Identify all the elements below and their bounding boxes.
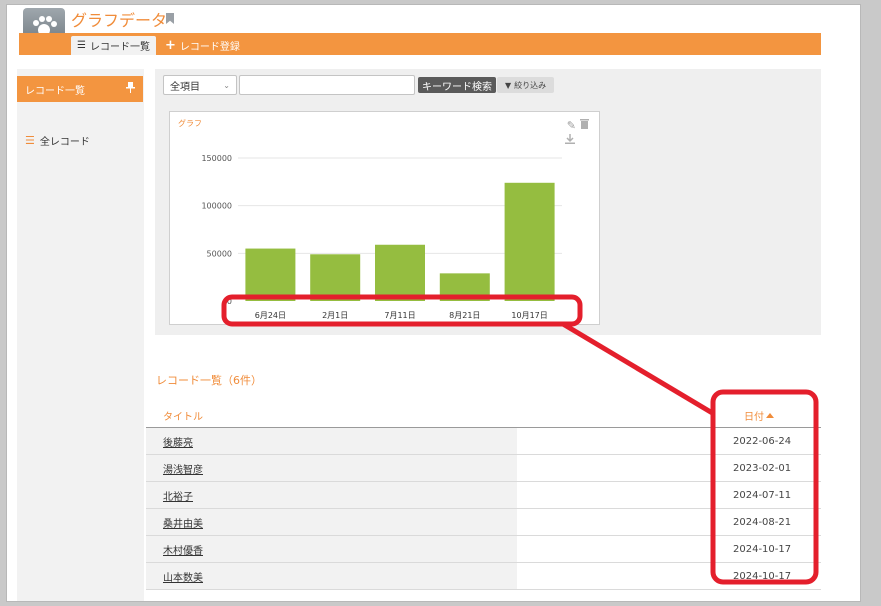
keyword-input[interactable]	[239, 75, 415, 95]
record-date: 2024-08-21	[733, 516, 792, 528]
record-date: 2023-02-01	[733, 462, 792, 474]
sort-ascending-icon	[766, 412, 774, 418]
tab-record-list-label: レコード一覧	[89, 42, 150, 53]
x-tick-label: 10月17日	[511, 311, 547, 320]
table-row[interactable]: 後藤亮 2022-06-24	[146, 428, 821, 455]
column-date-header[interactable]: 日付	[744, 408, 774, 423]
filter-icon: ▼	[505, 80, 512, 90]
sidebar-header-label: レコード一覧	[25, 85, 85, 97]
record-date: 2022-06-24	[733, 435, 792, 447]
x-tick-label: 7月11日	[384, 311, 415, 320]
bar-chart: 0 50000 100000 150000 6月24日 2月1日 7月11日 8月21日 10月…	[201, 154, 562, 320]
column-date-label: 日付	[744, 411, 764, 423]
record-list-title: レコード一覧（6件）	[156, 374, 262, 387]
sidebar: レコード一覧 ☰ 全レコード	[17, 69, 144, 601]
chart-bar[interactable]	[310, 254, 361, 301]
field-select-value: 全項目	[170, 81, 200, 93]
narrow-down-label: 絞り込み	[514, 80, 547, 90]
record-date: 2024-07-11	[733, 489, 792, 501]
table-header: タイトル 日付	[146, 403, 821, 428]
graph-card: グラフ ✎ 0 50000 100000 150000 6月24日 2月1日 7月11日 8月…	[169, 111, 600, 325]
tab-bar: ☰ レコード一覧 + レコード登録	[19, 33, 821, 55]
tab-record-register[interactable]: + レコード登録	[159, 36, 246, 55]
plus-icon: +	[165, 38, 176, 53]
app-title: グラフデータ	[71, 11, 168, 30]
sidebar-header: レコード一覧	[17, 76, 143, 102]
row-shade	[146, 482, 517, 508]
y-tick-label: 150000	[201, 154, 232, 163]
record-table: タイトル 日付 後藤亮 2022-06-24 湯浅智彦 2023-02-01 北…	[146, 403, 821, 590]
x-tick-label: 2月1日	[322, 311, 348, 320]
table-row[interactable]: 桑井由美 2024-08-21	[146, 509, 821, 536]
annotation-arrow	[561, 321, 716, 417]
y-tick-label: 50000	[207, 249, 232, 258]
record-title-link[interactable]: 湯浅智彦	[163, 461, 203, 476]
x-tick-label: 6月24日	[255, 311, 286, 320]
column-title-header[interactable]: タイトル	[163, 408, 203, 423]
y-tick-label: 100000	[201, 202, 232, 211]
chart-bar[interactable]	[375, 244, 425, 301]
table-row[interactable]: 木村優香 2024-10-17	[146, 536, 821, 563]
record-title-link[interactable]: 北裕子	[163, 488, 193, 503]
tab-record-list[interactable]: ☰ レコード一覧	[71, 36, 156, 55]
row-shade	[146, 428, 517, 454]
app-frame: グラフデータ ☰ レコード一覧 + レコード登録 レコード一覧 ☰ 全レコード …	[6, 4, 861, 602]
record-title-link[interactable]: 後藤亮	[163, 434, 193, 449]
sidebar-item-label: 全レコード	[39, 137, 90, 148]
chart-bar[interactable]	[439, 273, 490, 301]
bookmark-icon[interactable]	[166, 13, 174, 24]
filter-bar: 全項目 ⌄ キーワード検索 ▼ 絞り込み	[155, 69, 821, 101]
tab-record-register-label: レコード登録	[179, 42, 240, 53]
chevron-down-icon: ⌄	[223, 80, 230, 90]
x-tick-label: 8月21日	[449, 311, 480, 320]
y-tick-label: 0	[227, 297, 232, 306]
keyword-search-button[interactable]: キーワード検索	[418, 77, 496, 93]
field-select[interactable]: 全項目 ⌄	[163, 75, 237, 95]
record-date: 2024-10-17	[733, 543, 792, 555]
list-icon: ☰	[25, 134, 35, 147]
table-row[interactable]: 山本数美 2024-10-17	[146, 563, 821, 590]
narrow-down-button[interactable]: ▼ 絞り込み	[497, 77, 555, 93]
table-row[interactable]: 湯浅智彦 2023-02-01	[146, 455, 821, 482]
table-row[interactable]: 北裕子 2024-07-11	[146, 482, 821, 509]
record-title-link[interactable]: 桑井由美	[163, 515, 203, 530]
list-icon: ☰	[77, 40, 86, 51]
record-date: 2024-10-17	[733, 570, 792, 582]
pin-icon[interactable]	[126, 82, 135, 96]
record-title-link[interactable]: 山本数美	[163, 569, 203, 584]
sidebar-item-all-records[interactable]: ☰ 全レコード	[25, 133, 90, 148]
record-title-link[interactable]: 木村優香	[163, 542, 203, 557]
chart-bar[interactable]	[504, 182, 555, 301]
chart-bar[interactable]	[245, 248, 296, 301]
